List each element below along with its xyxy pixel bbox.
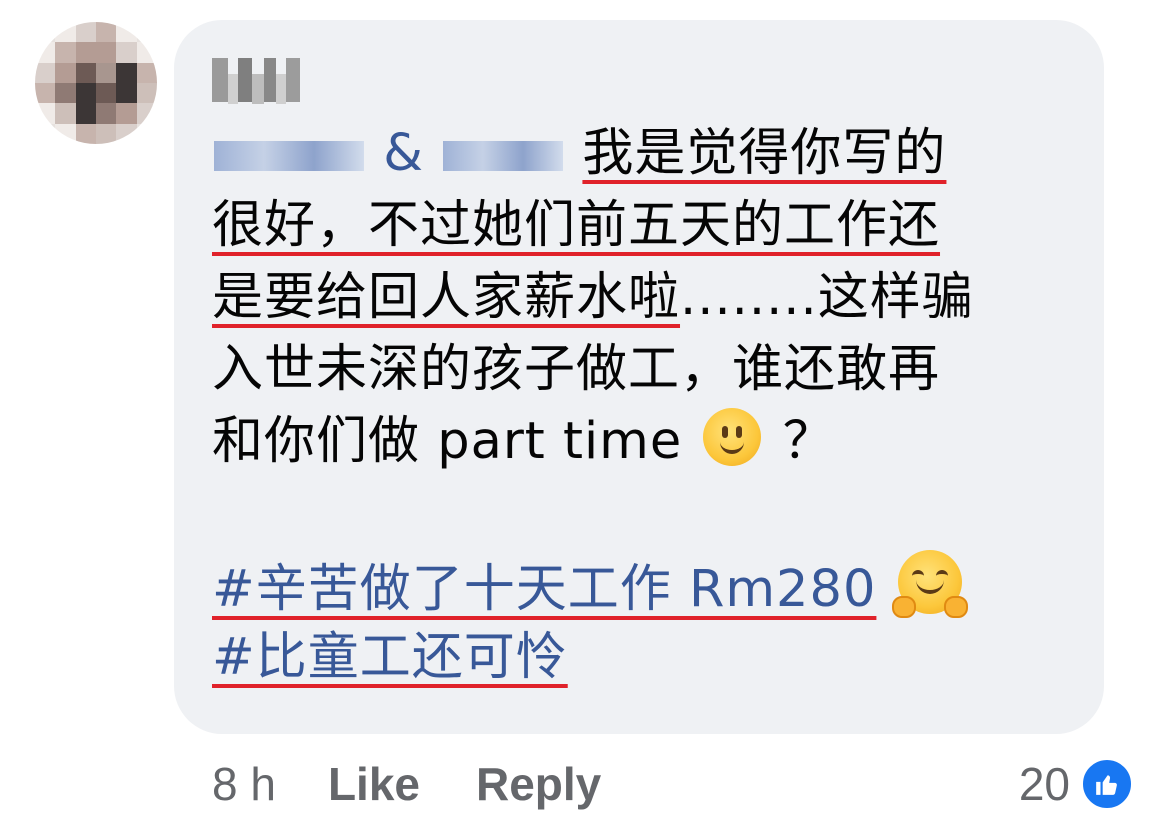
hashtag-link[interactable]: #比童工还可怜 (212, 628, 568, 687)
slightly-smiling-face-emoji (703, 408, 762, 466)
reply-button[interactable]: Reply (476, 757, 601, 811)
comment-line: 入世未深的孩子做工，谁还敢再 (212, 334, 1082, 406)
mention-tag[interactable]: & (212, 124, 565, 183)
comment-spacer (212, 478, 1082, 550)
comment-line: 和你们做 part time ？ (212, 406, 1082, 478)
comment-line: & 我是觉得你写的 (212, 118, 1082, 190)
comment-text-line-2: 很好，不过她们前五天的工作还 (212, 196, 941, 255)
reaction-summary[interactable]: 20 (1019, 752, 1134, 816)
comment-text-line-4: 入世未深的孩子做工，谁还敢再 (212, 340, 941, 399)
like-button[interactable]: Like (328, 757, 420, 811)
comment-question-mark: ？ (782, 412, 835, 471)
avatar[interactable] (35, 22, 157, 144)
hugging-face-emoji (891, 550, 968, 618)
comment-text-line-3: 是要给回人家薪水啦 (212, 268, 681, 327)
comment-line: #辛苦做了十天工作 Rm280 (212, 550, 1082, 622)
comment-line: #比童工还可怜 (212, 622, 1082, 694)
comment-text-line-1: 我是觉得你写的 (582, 124, 947, 183)
reaction-count: 20 (1018, 758, 1070, 810)
author-name[interactable] (212, 58, 300, 104)
comment-body: & 我是觉得你写的 很好，不过她们前五天的工作还 是要给回人家薪水啦......… (212, 118, 1082, 694)
thumbs-up-icon (1080, 757, 1134, 811)
comment-text-line-3b: ........这样骗 (680, 268, 974, 327)
comment-line: 很好，不过她们前五天的工作还 (212, 190, 1082, 262)
comment-text-line-5: 和你们做 part time (212, 412, 683, 471)
timestamp[interactable]: 8 h (212, 757, 276, 811)
comment-line: 是要给回人家薪水啦........这样骗 (212, 262, 1082, 334)
comment-actions: 8 h Like Reply (212, 752, 657, 816)
hashtag-link[interactable]: #辛苦做了十天工作 Rm280 (212, 560, 876, 619)
